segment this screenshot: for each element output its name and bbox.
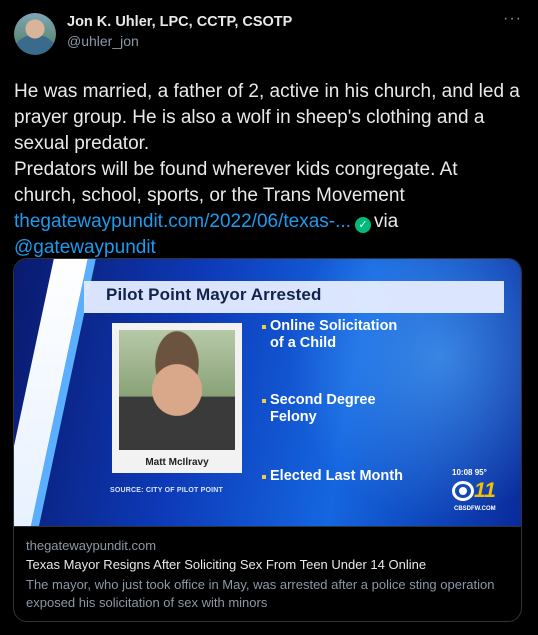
mugshot-caption: Matt McIlravy bbox=[145, 457, 209, 468]
article-link[interactable]: thegatewaypundit.com/2022/06/texas-... bbox=[14, 211, 351, 232]
card-footer[interactable]: thegatewaypundit.com Texas Mayor Resigns… bbox=[14, 526, 521, 612]
tweet-text: He was married, a father of 2, active in… bbox=[14, 79, 522, 261]
author-handle[interactable]: @uhler_jon bbox=[67, 32, 292, 51]
point-line-4: Felony bbox=[270, 409, 317, 425]
cbs-logo: 11 bbox=[452, 479, 502, 505]
tweet-line-2: Predators will be found wherever kids co… bbox=[14, 157, 522, 261]
card-title: Texas Mayor Resigns After Soliciting Sex… bbox=[26, 557, 427, 572]
author-display-name[interactable]: Jon K. Uhler, LPC, CCTP, CSOTP bbox=[67, 13, 292, 32]
via-text: via bbox=[373, 211, 399, 232]
verified-icon: ✓ bbox=[354, 217, 371, 233]
tweet-line-2-text: Predators will be found wherever kids co… bbox=[14, 159, 458, 206]
mugshot-photo bbox=[119, 330, 235, 450]
link-preview-card[interactable]: Pilot Point Mayor Arrested Matt McIlravy… bbox=[13, 258, 522, 622]
author-names: Jon K. Uhler, LPC, CCTP, CSOTP @uhler_jo… bbox=[67, 13, 292, 51]
source-credit: SOURCE: CITY OF PILOT POINT bbox=[110, 487, 223, 494]
card-domain: thegatewaypundit.com bbox=[26, 538, 157, 553]
tweet: Jon K. Uhler, LPC, CCTP, CSOTP @uhler_jo… bbox=[0, 0, 538, 635]
mention-link[interactable]: @gatewaypundit bbox=[14, 237, 156, 258]
bullet-icon bbox=[262, 325, 266, 329]
tweet-header: Jon K. Uhler, LPC, CCTP, CSOTP @uhler_jo… bbox=[14, 12, 522, 62]
point-line-1: Online Solicitation bbox=[270, 318, 398, 334]
tweet-line-1: He was married, a father of 2, active in… bbox=[14, 81, 520, 154]
point-line-2: of a Child bbox=[270, 335, 337, 351]
broadcast-clock: 10:08 95° bbox=[452, 468, 487, 477]
cbs-eye-icon bbox=[452, 481, 474, 501]
bullet-icon bbox=[262, 475, 266, 479]
station-url: CBSDFW.COM bbox=[454, 506, 496, 512]
card-description: The mayor, who just took office in May, … bbox=[26, 577, 495, 610]
bullet-icon bbox=[262, 399, 266, 403]
clock-temp: 95° bbox=[474, 468, 487, 477]
headline-banner-text: Pilot Point Mayor Arrested bbox=[106, 285, 322, 304]
mugshot-frame bbox=[112, 323, 242, 473]
avatar[interactable] bbox=[14, 13, 56, 55]
point-line-5: Elected Last Month bbox=[270, 468, 403, 484]
more-options-button[interactable]: ··· bbox=[503, 10, 522, 28]
point-line-3: Second Degree bbox=[270, 392, 376, 408]
clock-time: 10:08 bbox=[452, 468, 473, 477]
cbs-channel-number: 11 bbox=[474, 479, 496, 502]
card-image[interactable]: Pilot Point Mayor Arrested Matt McIlravy… bbox=[14, 259, 521, 526]
